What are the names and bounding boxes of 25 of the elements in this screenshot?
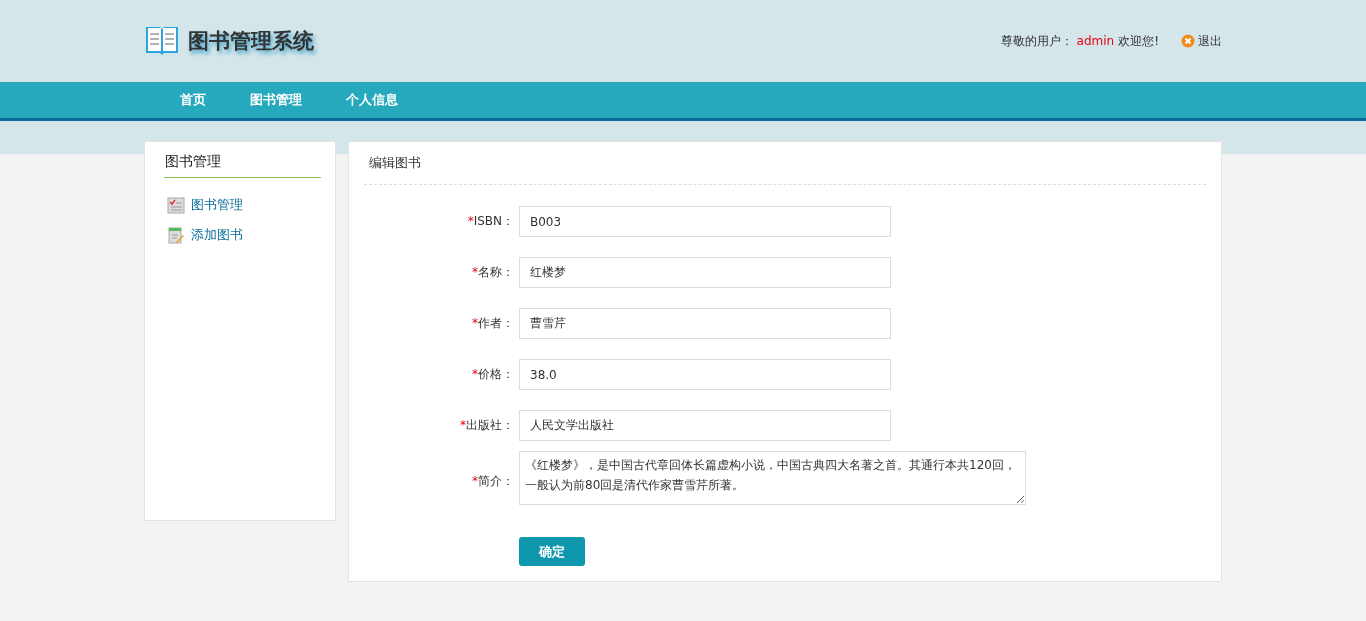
field-label: *作者：	[471, 315, 515, 332]
greeting-text: 尊敬的用户：	[1000, 32, 1073, 50]
checklist-icon	[167, 196, 185, 214]
panel-title: 编辑图书	[364, 142, 1206, 185]
input-field[interactable]: 曹雪芹	[519, 308, 891, 339]
sidebar-title: 图书管理	[164, 142, 321, 178]
sidebar-item[interactable]: 添加图书	[164, 220, 321, 250]
input-field[interactable]: 38.0	[519, 359, 891, 390]
field-label: *简介：	[471, 473, 515, 490]
sidebar-item[interactable]: 图书管理	[164, 190, 321, 220]
field-label: *价格：	[471, 366, 515, 383]
book-icon	[144, 24, 180, 58]
logout-link[interactable]: 退出	[1181, 32, 1222, 50]
input-field[interactable]: 红楼梦	[519, 257, 891, 288]
input-field[interactable]: B003	[519, 206, 891, 237]
notepad-pencil-icon	[167, 226, 185, 244]
field-label: *ISBN：	[466, 213, 515, 230]
field-label: *出版社：	[459, 417, 515, 434]
username: admin	[1076, 34, 1115, 48]
field-label: *名称：	[471, 264, 515, 281]
welcome-text: 欢迎您!	[1118, 32, 1159, 50]
close-icon	[1181, 34, 1195, 48]
site-title: 图书管理系统	[188, 28, 314, 55]
input-field[interactable]: 人民文学出版社	[519, 410, 891, 441]
textarea-field[interactable]: 《红楼梦》，是中国古代章回体长篇虚构小说，中国古典四大名著之首。其通行本共120回，一般认为前80回是清代作家曹雪芹所著。	[519, 451, 1026, 505]
